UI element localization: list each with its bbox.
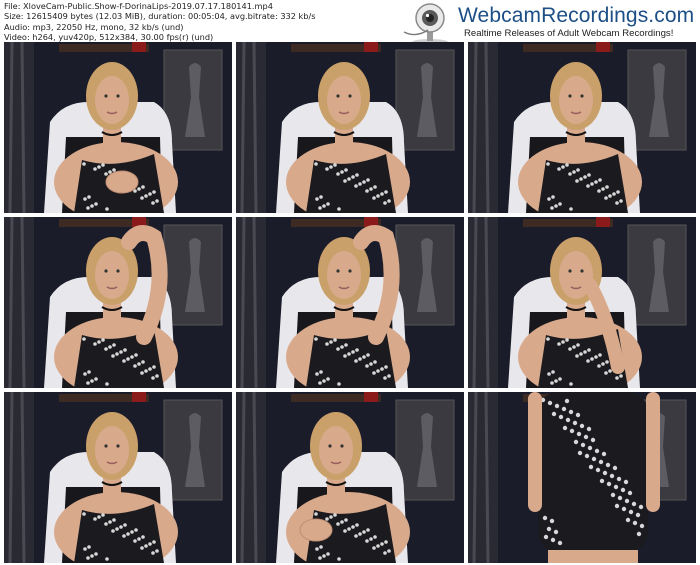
- video-thumbnail: [468, 42, 696, 213]
- thumbnail-frame-image: [4, 42, 232, 213]
- video-thumbnail: [236, 392, 464, 563]
- video-info-line: Video: h264, yuv420p, 512x384, 30.00 fps…: [4, 31, 214, 42]
- audio-info-line: Audio: mp3, 22050 Hz, mono, 32 kb/s (und…: [4, 21, 184, 32]
- site-logo: WebcamRecordings.com Realtime Releases o…: [402, 2, 698, 45]
- thumbnail-frame-image: [4, 392, 232, 563]
- thumbnail-frame-image: [236, 42, 464, 213]
- logo-title: WebcamRecordings.com: [458, 4, 695, 27]
- video-thumbnail: [468, 217, 696, 388]
- file-name-line: File: XloveCam-Public.Show-f-DorinaLips-…: [4, 1, 273, 11]
- video-thumbnail: [236, 217, 464, 388]
- thumbnail-frame-image: [4, 217, 232, 388]
- thumbnail-frame-image: [236, 392, 464, 563]
- thumbnail-frame-image: [468, 42, 696, 213]
- thumbnail-frame-image: [236, 217, 464, 388]
- video-thumbnail: [4, 392, 232, 563]
- video-thumbnail: [4, 217, 232, 388]
- video-thumbnail: [236, 42, 464, 213]
- file-size-line: Size: 12615409 bytes (12.03 MiB), durati…: [4, 11, 316, 22]
- video-thumbnail: [468, 392, 696, 563]
- video-thumbnail: [4, 42, 232, 213]
- thumbnail-frame-image: [468, 392, 696, 563]
- thumbnail-frame-image: [468, 217, 696, 388]
- file-info: File: XloveCam-Public.Show-f-DorinaLips-…: [4, 1, 316, 42]
- logo-tagline: Realtime Releases of Adult Webcam Record…: [464, 28, 674, 39]
- webcam-icon: [403, 3, 448, 45]
